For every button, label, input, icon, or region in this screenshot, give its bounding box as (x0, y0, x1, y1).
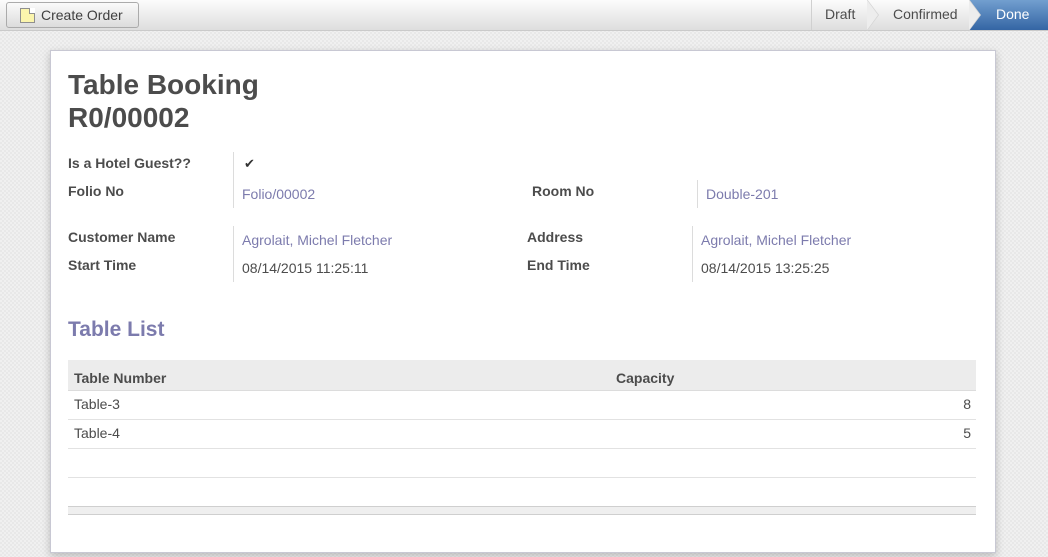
status-step-done-label: Done (996, 6, 1030, 22)
status-bar: Draft Confirmed Done (811, 0, 1048, 31)
table-row[interactable]: Table-3 8 (68, 391, 976, 420)
address-label: Address (527, 229, 584, 245)
status-step-draft-label: Draft (825, 6, 856, 22)
create-order-button[interactable]: Create Order (6, 2, 139, 28)
create-order-label: Create Order (41, 7, 123, 23)
field-separator (697, 180, 698, 208)
folio-no-link[interactable]: Folio/00002 (242, 186, 315, 202)
new-note-icon (20, 7, 35, 23)
table-list-title: Table List (68, 318, 165, 341)
status-step-draft[interactable]: Draft (811, 0, 879, 31)
room-no-label: Room No (532, 183, 595, 199)
status-step-confirmed[interactable]: Confirmed (867, 0, 981, 31)
hotel-guest-label: Is a Hotel Guest?? (68, 155, 191, 171)
start-time-label: Start Time (68, 257, 137, 273)
field-separator (233, 226, 234, 282)
end-time-value: 08/14/2015 13:25:25 (701, 260, 830, 276)
table-number-cell: Table-3 (74, 396, 120, 412)
field-separator (233, 152, 234, 208)
form-sheet: Table Booking R0/00002 Is a Hotel Guest?… (50, 50, 996, 553)
column-header-capacity[interactable]: Capacity (616, 370, 674, 386)
table-row[interactable]: Table-4 5 (68, 420, 976, 449)
capacity-cell: 5 (963, 425, 971, 441)
start-time-value: 08/14/2015 11:25:11 (242, 260, 369, 276)
room-no-link[interactable]: Double-201 (706, 186, 778, 202)
record-title-type: Table Booking (68, 69, 259, 100)
column-header-table-number[interactable]: Table Number (74, 370, 166, 386)
customer-name-link[interactable]: Agrolait, Michel Fletcher (242, 232, 392, 248)
control-panel: Create Order Draft Confirmed Done (0, 0, 1048, 31)
field-separator (692, 226, 693, 282)
record-title-reference: R0/00002 (68, 102, 190, 133)
capacity-cell: 8 (963, 396, 971, 412)
record-title: Table Booking R0/00002 (68, 68, 259, 134)
table-list-grid: Table Number Capacity Table-3 8 Table-4 … (68, 360, 976, 515)
folio-no-label: Folio No (68, 183, 124, 199)
table-number-cell: Table-4 (74, 425, 120, 441)
empty-table-row (68, 449, 976, 478)
customer-name-label: Customer Name (68, 229, 176, 245)
end-time-label: End Time (527, 257, 590, 273)
table-footer (68, 506, 976, 515)
status-step-confirmed-label: Confirmed (893, 6, 958, 22)
table-header: Table Number Capacity (68, 360, 976, 391)
hotel-guest-checkbox[interactable]: ✔ (244, 156, 255, 172)
address-link[interactable]: Agrolait, Michel Fletcher (701, 232, 851, 248)
